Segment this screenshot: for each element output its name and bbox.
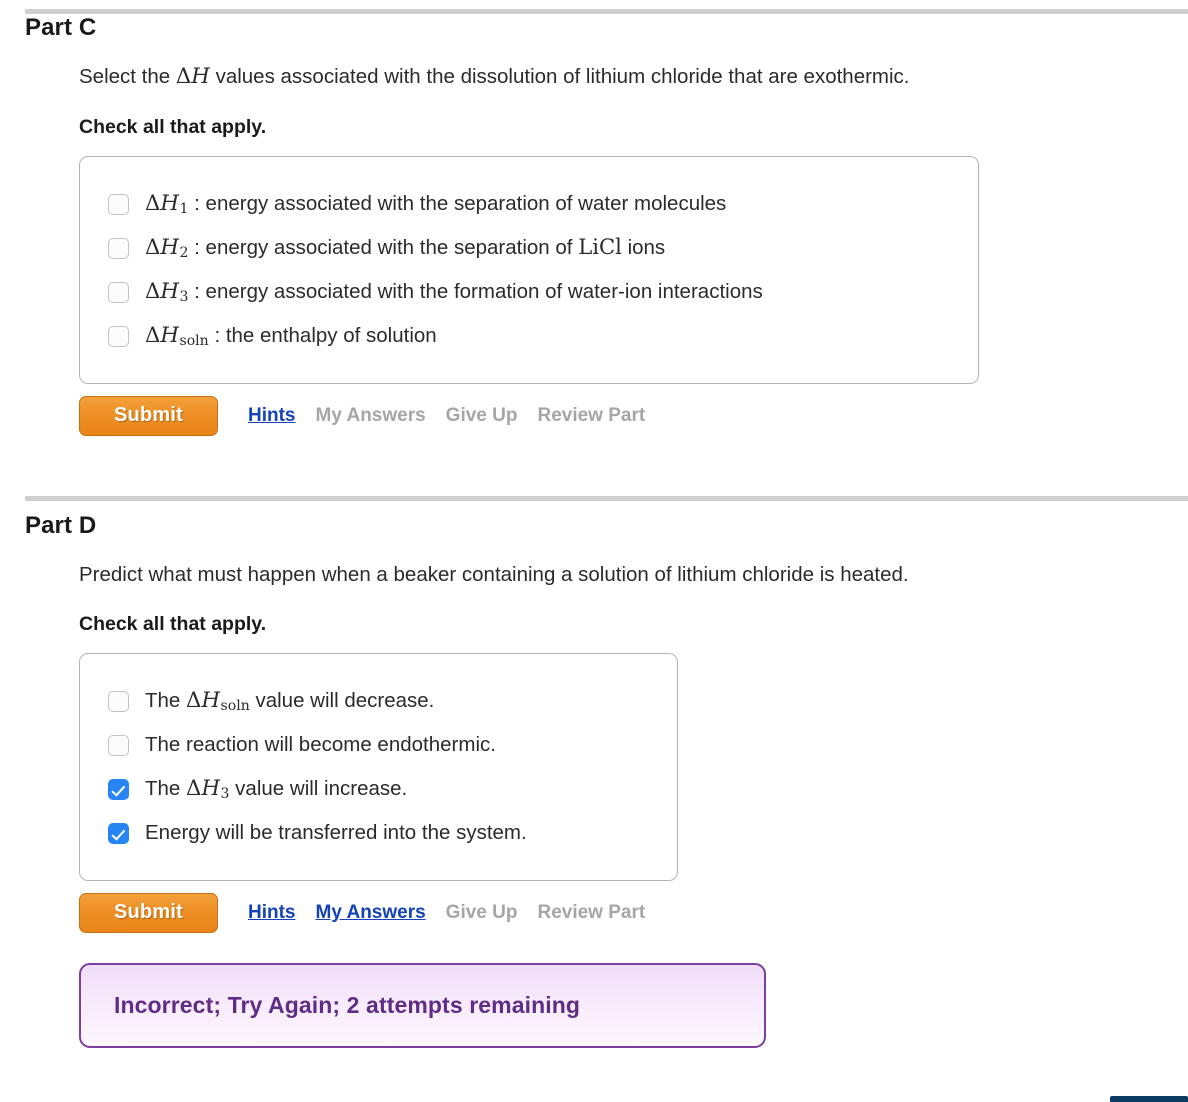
checkbox-icon-checked[interactable] — [108, 823, 129, 845]
delta-h-3-math: ΔH3 — [145, 278, 189, 305]
part-c-option-1[interactable]: ΔH1 : energy associated with the separat… — [108, 183, 958, 227]
delta-h-2-math: ΔH2 — [145, 235, 189, 262]
delta-h-3-math: ΔH3 — [186, 775, 230, 802]
part-c-action-row: Submit Hints My Answers Give Up Review P… — [79, 395, 1188, 436]
delta-h-soln-math: ΔHsoln — [145, 322, 209, 349]
part-d-link-hints[interactable]: Hints — [248, 902, 296, 924]
part-c-section: Part C Select the ΔH values associated w… — [0, 14, 1188, 436]
part-d-link-give-up: Give Up — [445, 901, 518, 923]
part-d-option-3[interactable]: The ΔH3 value will increase. — [108, 768, 657, 812]
part-d-answer-box: The ΔHsoln value will decrease. The reac… — [79, 652, 678, 881]
part-c-option-4[interactable]: ΔHsoln : the enthalpy of solution — [108, 315, 958, 359]
part-d-option-4[interactable]: Energy will be transferred into the syst… — [108, 812, 657, 856]
bottom-navy-bar — [1110, 1096, 1188, 1102]
licl-formula: LiCl — [578, 234, 622, 260]
part-c-link-review-part: Review Part — [537, 404, 646, 426]
part-d-title: Part D — [25, 512, 97, 539]
part-c-answer-box: ΔH1 : energy associated with the separat… — [79, 155, 979, 384]
part-d-question: Predict what must happen when a beaker c… — [79, 563, 909, 586]
part-d-option-4-label: Energy will be transferred into the syst… — [145, 821, 527, 845]
part-c-option-2[interactable]: ΔH2 : energy associated with the separat… — [108, 227, 958, 271]
part-c-question: Select the ΔH values associated with the… — [79, 64, 1188, 91]
part-d-feedback-text: Incorrect; Try Again; 2 attempts remaini… — [114, 991, 581, 1018]
part-c-check-all-label: Check all that apply. — [79, 115, 267, 138]
part-d-option-2[interactable]: The reaction will become endothermic. — [108, 724, 657, 768]
part-d-link-review-part: Review Part — [537, 901, 646, 923]
part-c-option-4-label: ΔHsoln : the enthalpy of solution — [145, 322, 437, 349]
part-c-links: Hints My Answers Give Up Review Part — [248, 405, 645, 427]
part-c-question-math: ΔH — [175, 64, 210, 89]
part-c-link-hints[interactable]: Hints — [248, 405, 296, 427]
part-c-title: Part C — [25, 14, 97, 41]
checkbox-icon-unchecked[interactable] — [108, 238, 129, 260]
part-d-option-1-label: The ΔHsoln value will decrease. — [145, 687, 435, 714]
part-d-action-row: Submit Hints My Answers Give Up Review P… — [79, 892, 1188, 933]
part-c-link-give-up: Give Up — [445, 404, 518, 426]
part-d-section: Part D Predict what must happen when a b… — [0, 512, 1188, 1048]
checkbox-icon-unchecked[interactable] — [108, 691, 129, 713]
part-d-submit-button[interactable]: Submit — [79, 892, 218, 933]
part-c-submit-button[interactable]: Submit — [79, 395, 218, 436]
part-c-link-my-answers: My Answers — [315, 404, 426, 426]
part-c-question-suffix: values associated with the dissolution o… — [209, 65, 910, 88]
part-separator-rule — [25, 496, 1188, 501]
part-d-feedback-banner: Incorrect; Try Again; 2 attempts remaini… — [79, 962, 766, 1048]
checkbox-icon-checked[interactable] — [108, 779, 129, 801]
checkbox-icon-unchecked[interactable] — [108, 282, 129, 304]
part-c-option-1-label: ΔH1 : energy associated with the separat… — [145, 190, 727, 217]
part-d-link-my-answers[interactable]: My Answers — [316, 902, 426, 924]
part-d-links: Hints My Answers Give Up Review Part — [248, 902, 645, 924]
part-c-option-2-label: ΔH2 : energy associated with the separat… — [145, 234, 666, 262]
checkbox-icon-unchecked[interactable] — [108, 735, 129, 757]
checkbox-icon-unchecked[interactable] — [108, 194, 129, 216]
part-d-body: Predict what must happen when a beaker c… — [79, 562, 1188, 1048]
part-d-check-all-label: Check all that apply. — [79, 612, 267, 635]
part-c-option-3[interactable]: ΔH3 : energy associated with the formati… — [108, 271, 958, 315]
part-d-option-3-label: The ΔH3 value will increase. — [145, 775, 408, 802]
part-c-body: Select the ΔH values associated with the… — [79, 64, 1188, 436]
part-d-option-2-label: The reaction will become endothermic. — [145, 733, 496, 757]
checkbox-icon-unchecked[interactable] — [108, 326, 129, 348]
delta-h-1-math: ΔH1 — [145, 190, 189, 217]
part-c-option-3-label: ΔH3 : energy associated with the formati… — [145, 278, 763, 305]
part-d-option-1[interactable]: The ΔHsoln value will decrease. — [108, 680, 657, 724]
delta-h-soln-math: ΔHsoln — [186, 687, 250, 714]
part-c-question-prefix: Select the — [79, 65, 176, 88]
